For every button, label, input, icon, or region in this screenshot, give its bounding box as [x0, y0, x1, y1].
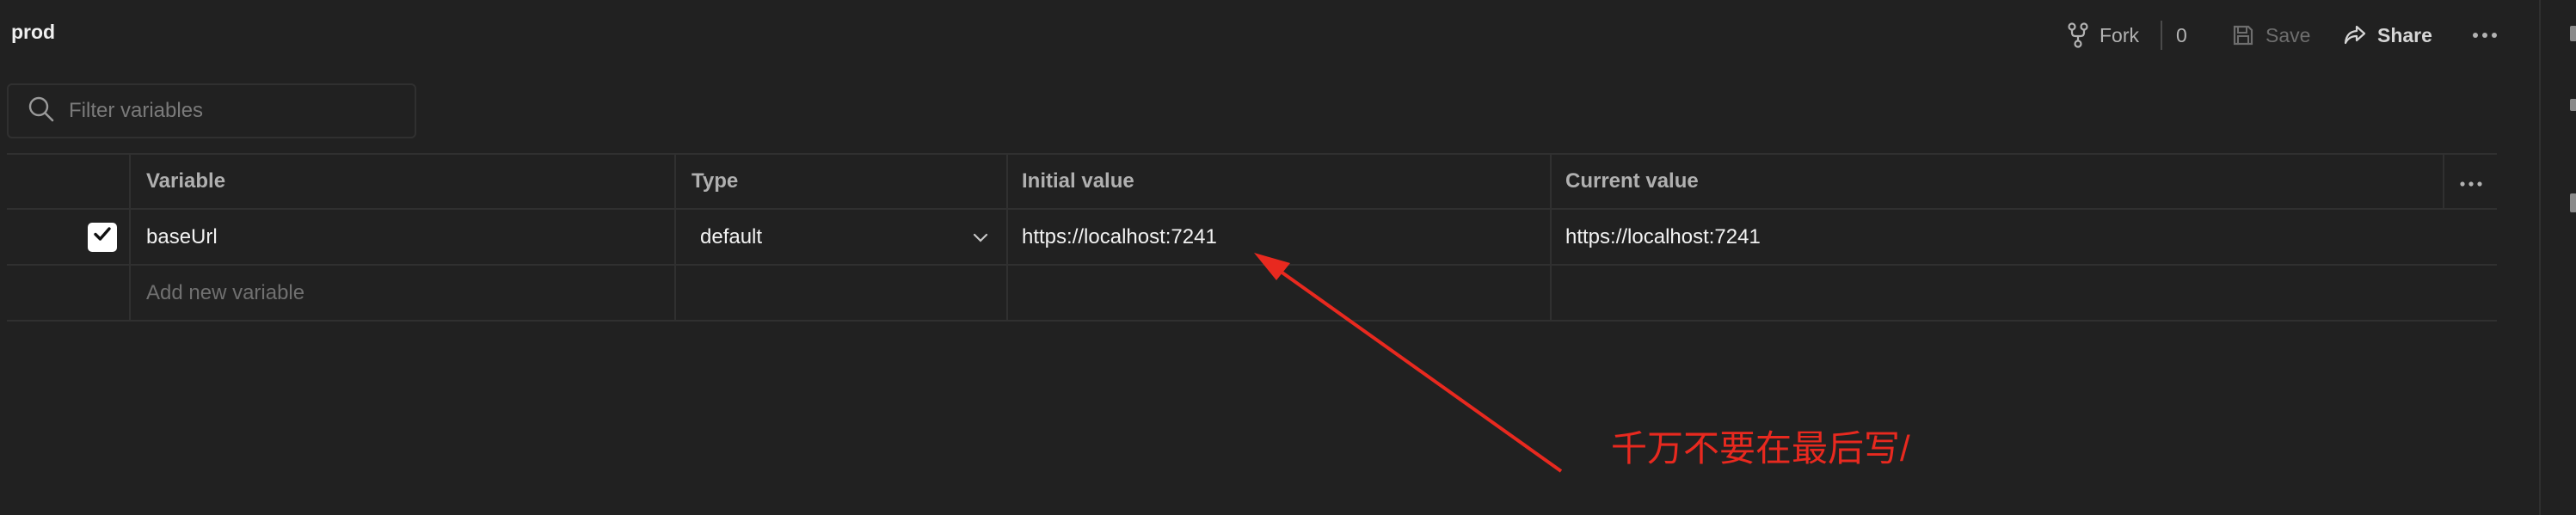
fork-count: 0: [2176, 23, 2187, 46]
variable-name-cell[interactable]: baseUrl: [129, 210, 674, 264]
header: prod Fork 0 Save Share: [0, 0, 2537, 72]
more-options-button[interactable]: [2472, 17, 2498, 53]
annotation-text: 千万不要在最后写/: [1611, 428, 1910, 469]
more-horizontal-icon: [2472, 31, 2498, 40]
share-button[interactable]: Share: [2343, 17, 2432, 53]
share-label: Share: [2377, 23, 2432, 46]
add-variable-row: Add new variable: [7, 266, 2497, 322]
column-options-button[interactable]: [2443, 155, 2497, 208]
type-cell[interactable]: [674, 266, 1006, 320]
type-value: default: [700, 224, 763, 248]
row-select: [7, 210, 129, 264]
header-select: [7, 155, 129, 208]
current-value-cell[interactable]: https://localhost:7241: [1550, 210, 2443, 264]
divider: [2161, 21, 2162, 50]
search-icon: [28, 95, 55, 127]
filter-input[interactable]: [67, 98, 394, 124]
fork-label: Fork: [2100, 23, 2139, 46]
table-header: Variable Type Initial value Current valu…: [7, 153, 2497, 210]
more-horizontal-icon: [2459, 169, 2482, 193]
column-header-initial-value: Initial value: [1006, 155, 1550, 208]
checkmark-icon: [92, 224, 113, 250]
filter-variables: [7, 83, 416, 138]
sidebar-icon[interactable]: [2570, 193, 2576, 212]
type-cell: default: [674, 210, 1006, 264]
type-dropdown[interactable]: default: [692, 225, 993, 249]
column-header-type: Type: [674, 155, 1006, 208]
table-row: baseUrl default https://localhost:7241 h…: [7, 210, 2497, 266]
variables-table: Variable Type Initial value Current valu…: [7, 153, 2497, 322]
initial-value-cell[interactable]: [1006, 266, 1550, 320]
current-value-cell[interactable]: [1550, 266, 2443, 320]
add-variable-input[interactable]: Add new variable: [129, 266, 674, 320]
save-icon: [2231, 23, 2255, 47]
sidebar-icon[interactable]: [2570, 26, 2576, 41]
fork-button[interactable]: Fork: [2067, 17, 2139, 53]
row-select: [7, 266, 129, 320]
save-label: Save: [2266, 23, 2311, 46]
environment-editor: prod Fork 0 Save Share Filter variables …: [0, 0, 2576, 515]
save-button[interactable]: Save: [2231, 17, 2310, 53]
environment-title[interactable]: prod: [11, 21, 55, 44]
fork-icon: [2067, 22, 2089, 48]
chevron-down-icon: [972, 225, 989, 249]
share-icon: [2343, 24, 2367, 46]
initial-value-cell[interactable]: https://localhost:7241: [1006, 210, 1550, 264]
column-header-variable: Variable: [129, 155, 674, 208]
sidebar-icon[interactable]: [2570, 99, 2576, 111]
right-sidebar: [2539, 0, 2576, 515]
enabled-checkbox[interactable]: [88, 222, 117, 252]
column-header-current-value: Current value: [1550, 155, 2443, 208]
